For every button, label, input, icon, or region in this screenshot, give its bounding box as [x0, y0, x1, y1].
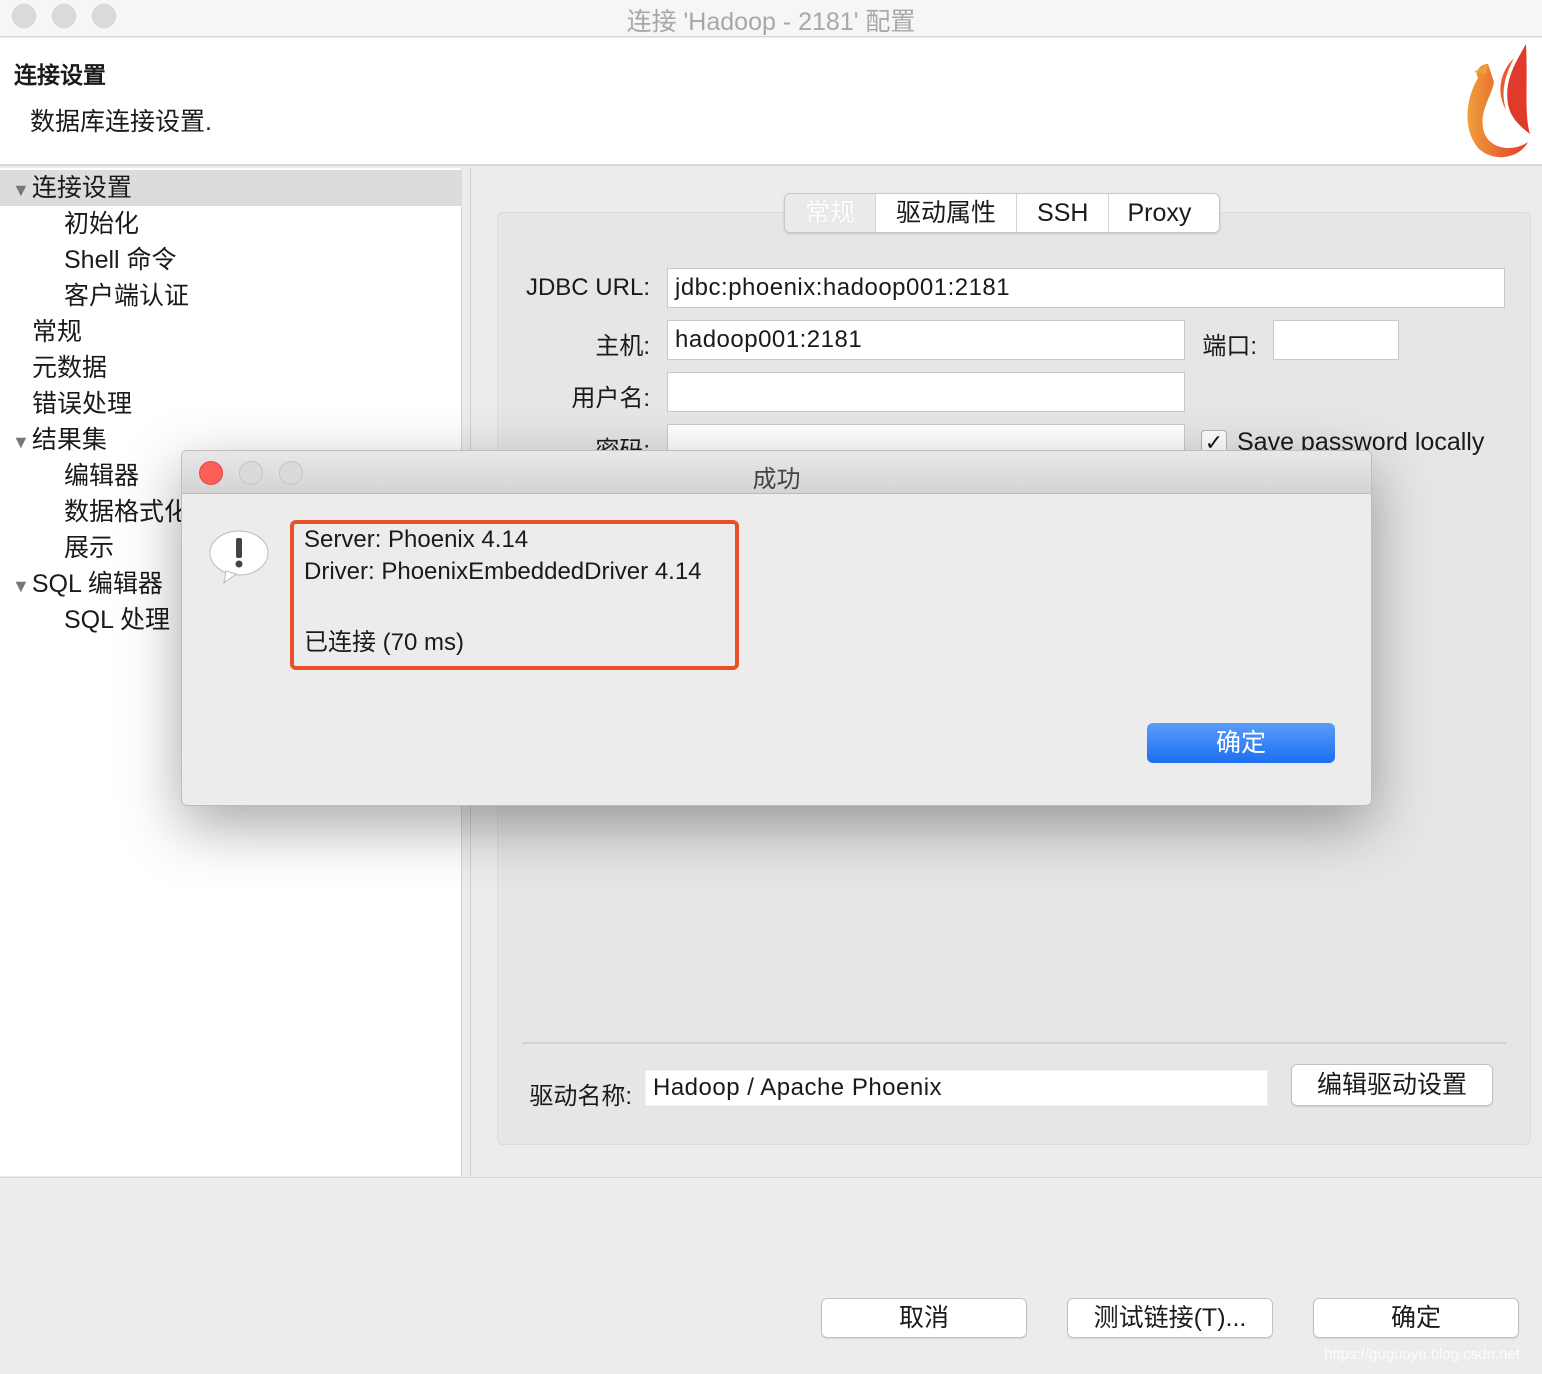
success-dialog: 成功 Server: Phoenix 4.14 Driver: PhoenixE…: [181, 450, 1372, 806]
tab-driver-properties[interactable]: 驱动属性: [876, 194, 1018, 232]
expand-triangle-icon[interactable]: ▼: [12, 180, 30, 200]
tree-item-data-format[interactable]: 数据格式化: [64, 494, 189, 530]
host-input[interactable]: hadoop001:2181: [667, 320, 1185, 360]
username-label: 用户名:: [571, 385, 650, 412]
tab-general[interactable]: 常规: [785, 194, 877, 232]
tree-item-display[interactable]: 展示: [64, 530, 114, 566]
port-label: 端口:: [1202, 333, 1257, 360]
tree-item-sql-editor[interactable]: ▼SQL 编辑器: [12, 566, 163, 602]
host-label: 主机:: [595, 333, 650, 360]
dialog-ok-button[interactable]: 确定: [1147, 723, 1335, 763]
connection-status-text: 已连接 (70 ms): [304, 629, 465, 656]
expand-triangle-icon[interactable]: ▼: [12, 576, 30, 596]
page-subtitle: 数据库连接设置.: [30, 108, 212, 136]
cancel-button[interactable]: 取消: [821, 1298, 1027, 1338]
tree-item-sql-processing[interactable]: SQL 处理: [64, 602, 170, 638]
tree-item-init[interactable]: 初始化: [64, 206, 139, 242]
port-input[interactable]: [1273, 320, 1399, 360]
tree-item-metadata[interactable]: 元数据: [32, 350, 107, 386]
dialog-title: 成功: [752, 466, 801, 493]
tree-item-connection-settings[interactable]: ▼连接设置: [0, 170, 462, 206]
server-version-text: Server: Phoenix 4.14: [304, 526, 529, 553]
result-highlight-box: Server: Phoenix 4.14 Driver: PhoenixEmbe…: [290, 520, 739, 670]
test-connection-button[interactable]: 测试链接(T)...: [1067, 1298, 1273, 1338]
dialog-titlebar: 成功: [182, 451, 1371, 494]
jdbc-url-input[interactable]: jdbc:phoenix:hadoop001:2181: [667, 268, 1505, 308]
driver-name-label: 驱动名称:: [529, 1083, 632, 1110]
tree-item-shell[interactable]: Shell 命令: [64, 242, 177, 278]
page-header: 连接设置 数据库连接设置.: [0, 38, 1542, 166]
tree-item-general[interactable]: 常规: [32, 314, 82, 350]
tab-proxy[interactable]: Proxy: [1109, 194, 1219, 232]
edit-driver-settings-button[interactable]: 编辑驱动设置: [1291, 1064, 1493, 1106]
tab-ssh[interactable]: SSH: [1017, 194, 1110, 232]
separator: [522, 1042, 1506, 1044]
username-input[interactable]: [667, 372, 1185, 412]
watermark: https://guguoyu.blog.csdn.net: [1324, 1346, 1520, 1363]
driver-version-text: Driver: PhoenixEmbeddedDriver 4.14: [304, 558, 702, 585]
window-title: 连接 'Hadoop - 2181' 配置: [626, 8, 916, 36]
tab-bar: 常规 驱动属性 SSH Proxy: [784, 193, 1221, 233]
tree-item-label: SQL 编辑器: [31, 570, 163, 598]
driver-name-field: Hadoop / Apache Phoenix: [645, 1070, 1268, 1106]
tree-item-client-auth[interactable]: 客户端认证: [64, 278, 189, 314]
page-title: 连接设置: [14, 62, 106, 88]
tree-item-error-handling[interactable]: 错误处理: [32, 386, 132, 422]
footer-bar: 取消 测试链接(T)... 确定 https://guguoyu.blog.cs…: [0, 1177, 1542, 1374]
expand-triangle-icon[interactable]: ▼: [12, 432, 30, 452]
ok-button[interactable]: 确定: [1313, 1298, 1519, 1338]
tree-item-label: 连接设置: [31, 174, 132, 202]
jdbc-url-label: JDBC URL:: [525, 274, 650, 301]
tree-item-editor[interactable]: 编辑器: [64, 458, 139, 494]
tree-item-label: 结果集: [31, 426, 107, 454]
exclamation-speech-icon: [209, 530, 269, 585]
phoenix-logo-icon: [1467, 44, 1530, 158]
window-titlebar: 连接 'Hadoop - 2181' 配置: [0, 0, 1542, 37]
tree-item-resultset[interactable]: ▼结果集: [12, 422, 107, 458]
